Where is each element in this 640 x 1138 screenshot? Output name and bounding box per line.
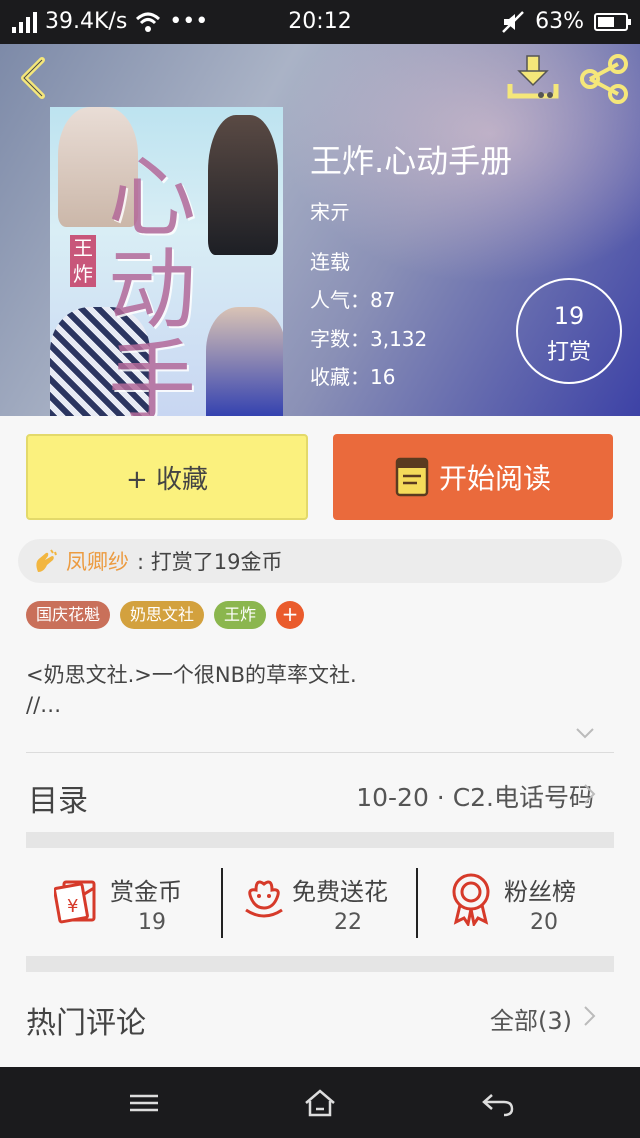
download-icon[interactable]: [506, 54, 560, 102]
stat-separator: [221, 868, 223, 938]
status-bar: 39.4K/s ••• 20:12 63%: [0, 0, 640, 44]
stat-label: 免费送花: [292, 878, 388, 906]
book-favorites: 收藏：16: [310, 365, 396, 389]
chevron-down-icon[interactable]: [574, 722, 596, 744]
tip-button[interactable]: 19 打赏: [516, 278, 622, 384]
share-icon[interactable]: [578, 54, 630, 104]
cover-tag-art: 王炸: [70, 235, 96, 287]
section-separator: [26, 956, 614, 972]
tip-label: 打赏: [546, 340, 591, 365]
tag-list: 国庆花魁 奶思文社 王炸 +: [26, 601, 305, 629]
tip-count: 19: [553, 302, 585, 330]
battery-percent: 63%: [535, 9, 584, 34]
add-tag-button[interactable]: +: [276, 601, 305, 629]
book-author[interactable]: 宋亓: [310, 196, 350, 225]
book-popularity: 人气：87: [310, 288, 396, 312]
book-description: <奶思文社.>一个很NB的草率文社. //…: [26, 663, 357, 717]
stat-separator: [416, 868, 418, 938]
battery-icon: [594, 12, 631, 31]
all-comments-link[interactable]: 全部(3): [490, 1001, 572, 1036]
stat-reward-coins[interactable]: ¥ 赏金币 19: [54, 868, 204, 940]
red-envelope-icon: ¥: [54, 880, 96, 924]
stat-label: 赏金币: [110, 878, 182, 906]
hot-comments-label: 热门评论: [26, 1006, 146, 1041]
toc-latest-chapter: 10-20 · C2.电话号码: [356, 783, 594, 812]
tip-feed-user[interactable]: 凤卿纱: [66, 546, 129, 576]
divider: [26, 752, 614, 753]
medal-icon: [452, 873, 490, 926]
book-header: 心动手册 王炸 王炸.心动手册 宋亓 连载 人气：87 字数：3,132 收藏：…: [0, 44, 640, 416]
stat-fan-ranking[interactable]: 粉丝榜 20: [448, 868, 598, 940]
tip-feed-message: : 打赏了19金币: [137, 550, 283, 574]
book-title: 王炸.心动手册: [310, 142, 513, 180]
stat-value: 20: [530, 910, 558, 935]
book-cover[interactable]: 心动手册 王炸: [50, 107, 283, 416]
back-nav-icon[interactable]: [478, 1087, 518, 1119]
system-nav-bar: [0, 1067, 640, 1138]
home-icon[interactable]: [300, 1087, 340, 1119]
stat-label: 粉丝榜: [504, 878, 576, 906]
stat-free-flowers[interactable]: 免费送花 22: [242, 868, 412, 940]
svg-text:¥: ¥: [67, 896, 78, 917]
start-reading-label: 开始阅读: [438, 462, 551, 495]
stat-value: 22: [334, 910, 362, 935]
tag-item[interactable]: 国庆花魁: [26, 601, 111, 629]
chevron-right-icon: [584, 784, 596, 804]
section-separator: [26, 832, 614, 848]
tip-feed: 凤卿纱 : 打赏了19金币: [18, 539, 622, 583]
back-icon[interactable]: [14, 56, 54, 100]
cover-title-art: 心动手册: [108, 146, 197, 417]
start-reading-button[interactable]: 开始阅读: [333, 434, 613, 520]
chevron-right-icon: [584, 1006, 596, 1026]
tag-item[interactable]: 奶思文社: [120, 601, 205, 629]
flower-icon: [245, 880, 283, 918]
book-word-count: 字数：3,132: [310, 327, 428, 351]
book-icon: [395, 457, 429, 497]
book-status: 连载: [310, 250, 350, 274]
menu-icon[interactable]: [124, 1087, 164, 1119]
stat-value: 19: [138, 910, 166, 935]
hand-clap-icon: [36, 549, 57, 572]
mute-icon: [502, 10, 524, 33]
collect-label: + 收藏: [125, 464, 209, 495]
toc-label: 目录: [28, 784, 88, 819]
tag-item[interactable]: 王炸: [214, 601, 267, 629]
battery-level: [598, 16, 614, 27]
collect-button[interactable]: + 收藏: [26, 434, 308, 520]
